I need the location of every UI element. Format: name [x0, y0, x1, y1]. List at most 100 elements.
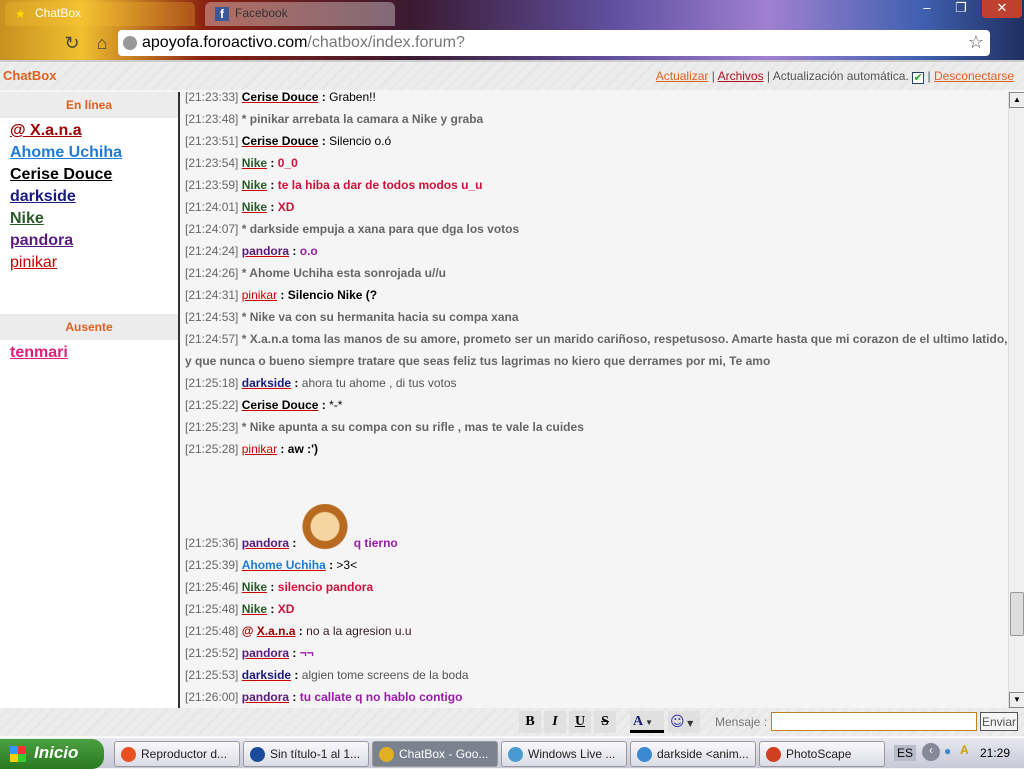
message-toolbar: B I U S A ▼ ☺ ▼ Mensaje : Enviar	[0, 708, 1024, 736]
minimize-button[interactable]: –	[914, 0, 940, 18]
timestamp: [21:25:22]	[185, 398, 239, 412]
message-username[interactable]: Nike	[242, 200, 267, 214]
user-link[interactable]: pinikar	[0, 252, 178, 274]
colon: :	[291, 376, 302, 390]
globe-icon	[123, 36, 137, 50]
chevron-left-icon[interactable]: ‹	[922, 743, 940, 761]
timestamp: [21:23:51]	[185, 134, 239, 148]
message-username[interactable]: Cerise Douce	[242, 134, 319, 148]
strike-button[interactable]: S	[594, 711, 616, 733]
send-button[interactable]: Enviar	[980, 712, 1018, 731]
user-link[interactable]: @ X.a.n.a	[0, 120, 178, 142]
scroll-thumb[interactable]	[1010, 592, 1024, 636]
app-tray-icon[interactable]: A	[960, 743, 969, 757]
message-username[interactable]: pandora	[242, 690, 289, 704]
smiley-icon[interactable]: ☺ ▼	[668, 711, 700, 733]
chat-message: [21:24:53] * Nike va con su hermanita ha…	[182, 306, 1008, 328]
refresh-link[interactable]: Actualizar	[656, 69, 709, 83]
close-button[interactable]: ✕	[982, 0, 1022, 18]
underline-button[interactable]: U	[569, 711, 591, 733]
start-button[interactable]: Inicio	[0, 739, 104, 769]
user-link[interactable]: Nike	[0, 208, 178, 230]
colon: :	[267, 200, 278, 214]
timestamp: [21:25:46]	[185, 580, 239, 594]
message-username[interactable]: Nike	[242, 156, 267, 170]
action-text: * Ahome Uchiha esta sonrojada u//u	[241, 266, 446, 280]
colon: :	[289, 244, 300, 258]
chat-message: [21:25:23] * Nike apunta a su compa con …	[182, 416, 1008, 438]
timestamp: [21:23:59]	[185, 178, 239, 192]
home-icon[interactable]: ⌂	[92, 33, 112, 53]
chat-message: [21:23:51] Cerise Douce : Silencio o.ó	[182, 130, 1008, 152]
timestamp: [21:25:28]	[185, 442, 239, 456]
scroll-up-icon[interactable]: ▲	[1009, 92, 1024, 108]
taskbar-item[interactable]: Sin título-1 al 1...	[243, 741, 369, 767]
user-link[interactable]: Cerise Douce	[0, 164, 178, 186]
bookmark-star-icon[interactable]: ☆	[968, 32, 984, 53]
timestamp: [21:24:07]	[185, 222, 239, 236]
logout-link[interactable]: Desconectarse	[934, 69, 1014, 83]
colon: :	[289, 690, 300, 704]
timestamp: [21:24:53]	[185, 310, 239, 324]
colon: :	[318, 90, 330, 104]
facebook-icon: f	[215, 7, 229, 21]
message-username[interactable]: Nike	[242, 178, 267, 192]
message-text: o.o	[299, 244, 318, 258]
taskbar-item[interactable]: darkside <anim...	[630, 741, 756, 767]
address-bar[interactable]: apoyofa.foroactivo.com/chatbox/index.for…	[118, 30, 990, 56]
taskbar-item[interactable]: ChatBox - Goo...	[372, 741, 498, 767]
message-input[interactable]	[771, 712, 977, 731]
chat-message: [21:25:52] pandora : ¬¬	[182, 642, 1008, 664]
message-username[interactable]: pandora	[242, 646, 289, 660]
user-link[interactable]: pandora	[0, 230, 178, 252]
colon: :	[267, 602, 278, 616]
taskbar-item[interactable]: Reproductor d...	[114, 741, 240, 767]
archives-link[interactable]: Archivos	[718, 69, 764, 83]
user-link[interactable]: Ahome Uchiha	[0, 142, 178, 164]
message-username[interactable]: Cerise Douce	[242, 90, 319, 104]
italic-button[interactable]: I	[544, 711, 566, 733]
auto-update-checkbox[interactable]: ✔	[912, 72, 925, 84]
message-text: *-*	[329, 398, 343, 412]
maximize-button[interactable]: ❐	[948, 0, 974, 18]
taskbar-item[interactable]: PhotoScape	[759, 741, 885, 767]
timestamp: [21:24:01]	[185, 200, 239, 214]
colon: :	[267, 580, 278, 594]
reload-icon[interactable]: ↻	[62, 33, 82, 53]
message-username[interactable]: pandora	[242, 536, 289, 550]
message-text: silencio pandora	[277, 580, 374, 594]
timestamp: [21:24:26]	[185, 266, 239, 280]
font-color-button[interactable]: A ▼	[630, 711, 664, 733]
message-username[interactable]: Cerise Douce	[242, 398, 319, 412]
timestamp: [21:25:36]	[185, 536, 239, 550]
tab-facebook[interactable]: f Facebook	[205, 2, 395, 26]
user-link[interactable]: darkside	[0, 186, 178, 208]
scrollbar[interactable]: ▲ ▼	[1008, 92, 1024, 708]
message-username[interactable]: darkside	[242, 668, 291, 682]
chat-message: [21:23:54] Nike : 0_0	[182, 152, 1008, 174]
message-text: q tierno	[353, 536, 398, 550]
message-username[interactable]: Ahome Uchiha	[242, 558, 326, 572]
chat-message: [21:25:28] pinikar : aw :')	[182, 438, 1008, 460]
message-username[interactable]: pinikar	[242, 288, 277, 302]
language-indicator[interactable]: ES	[894, 745, 917, 761]
chat-message: [21:24:07] * darkside empuja a xana para…	[182, 218, 1008, 240]
user-link[interactable]: tenmari	[0, 342, 178, 364]
app-icon	[637, 747, 652, 762]
timestamp: [21:24:31]	[185, 288, 239, 302]
timestamp: [21:23:54]	[185, 156, 239, 170]
message-username[interactable]: darkside	[242, 376, 291, 390]
message-username[interactable]: Nike	[242, 580, 267, 594]
app-icon	[250, 747, 265, 762]
message-username[interactable]: X.a.n.a	[257, 624, 296, 638]
scroll-down-icon[interactable]: ▼	[1009, 692, 1024, 708]
tab-chatbox[interactable]: ★ ChatBox	[5, 2, 195, 26]
bold-button[interactable]: B	[519, 711, 541, 733]
message-username[interactable]: Nike	[242, 602, 267, 616]
monkey-emoticon-image	[299, 504, 350, 554]
message-username[interactable]: pandora	[242, 244, 289, 258]
taskbar-item[interactable]: Windows Live ...	[501, 741, 627, 767]
messenger-icon[interactable]: ●	[944, 744, 951, 758]
timestamp: [21:25:53]	[185, 668, 239, 682]
message-username[interactable]: pinikar	[242, 442, 277, 456]
